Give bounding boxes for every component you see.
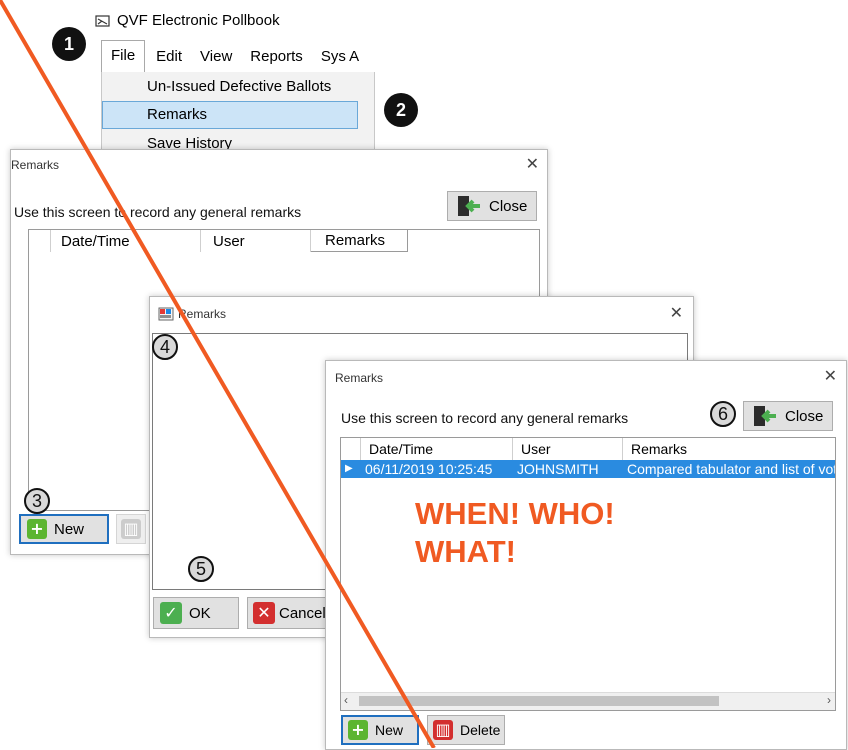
row-header-column — [29, 230, 51, 252]
app-title: QVF Electronic Pollbook — [117, 12, 280, 29]
x-icon: ✕ — [253, 602, 275, 624]
window-title: Remarks — [335, 371, 384, 385]
menu-item-remarks[interactable]: Remarks — [147, 106, 207, 123]
menu-item-unissued-defective-ballots[interactable]: Un-Issued Defective Ballots — [147, 78, 331, 95]
new-label: New — [375, 722, 404, 738]
remarks-window-3: Remarks ✕ Use this screen to record any … — [325, 360, 847, 750]
annotation-what: WHAT! — [415, 534, 516, 569]
dropdown-highlight — [102, 101, 358, 129]
checkmark-icon: ✓ — [160, 602, 182, 624]
window-subtitle: Use this screen to record any general re… — [341, 410, 629, 426]
window-title: Remarks — [11, 158, 60, 172]
window-title: Remarks — [178, 307, 227, 321]
cancel-label: Cancel — [279, 604, 326, 622]
close-label: Close — [489, 197, 528, 215]
remarks-window-icon — [158, 307, 174, 321]
menu-file[interactable]: File — [101, 40, 146, 72]
horizontal-scrollbar[interactable]: ‹ › — [341, 692, 835, 710]
column-header-datetime[interactable]: Date/Time — [51, 230, 201, 252]
close-icon[interactable]: ✕ — [824, 366, 837, 385]
trash-icon: ▥ — [433, 720, 453, 740]
row-datetime: 06/11/2019 10:25:45 — [365, 461, 493, 477]
row-user: JOHNSMITH — [517, 461, 599, 477]
menu-view[interactable]: View — [191, 42, 241, 71]
close-icon[interactable]: ✕ — [670, 303, 683, 322]
delete-button[interactable]: ▥ — [116, 514, 146, 544]
pollbook-app-icon — [95, 14, 110, 27]
step-badge-4: 4 — [152, 334, 178, 360]
column-header-remarks[interactable]: Remarks — [623, 438, 835, 460]
row-header-column — [341, 438, 361, 460]
trash-icon: ▥ — [121, 519, 141, 539]
plus-icon: + — [348, 720, 368, 740]
annotation-when-who: WHEN! WHO! — [415, 496, 615, 531]
menu-sys-admin[interactable]: Sys A — [312, 42, 368, 71]
app-title-bar: QVF Electronic Pollbook — [95, 12, 280, 29]
menu-reports[interactable]: Reports — [241, 42, 312, 71]
scroll-left-icon[interactable]: ‹ — [344, 693, 348, 707]
delete-label: Delete — [460, 722, 501, 738]
column-header-user[interactable]: User — [201, 230, 311, 252]
step-badge-1: 1 — [52, 27, 86, 61]
new-button[interactable]: + New — [19, 514, 109, 544]
row-pointer-icon: ▶ — [345, 463, 353, 474]
close-icon[interactable]: ✕ — [526, 154, 539, 173]
cancel-button[interactable]: ✕ Cancel — [247, 597, 333, 629]
menu-edit[interactable]: Edit — [147, 42, 191, 71]
step-badge-5: 5 — [188, 556, 214, 582]
new-button[interactable]: + New — [341, 715, 419, 745]
step-badge-6: 6 — [710, 401, 736, 427]
exit-door-icon — [754, 406, 776, 426]
ok-button[interactable]: ✓ OK — [153, 597, 239, 629]
scrollbar-thumb[interactable] — [359, 696, 719, 706]
column-header-datetime[interactable]: Date/Time — [361, 438, 513, 460]
new-label: New — [54, 520, 85, 538]
scroll-right-icon[interactable]: › — [827, 693, 831, 707]
close-button[interactable]: Close — [447, 191, 537, 221]
ok-label: OK — [189, 604, 211, 622]
window-subtitle: Use this screen to record any general re… — [14, 204, 302, 220]
plus-icon: + — [27, 519, 47, 539]
remarks-grid[interactable]: Date/Time User Remarks ▶ 06/11/2019 10:2… — [340, 437, 836, 711]
step-badge-3: 3 — [24, 488, 50, 514]
close-label: Close — [785, 407, 824, 425]
step-badge-2: 2 — [384, 93, 418, 127]
column-header-user[interactable]: User — [513, 438, 623, 460]
row-remarks: Compared tabulator and list of voters — [627, 461, 836, 477]
exit-door-icon — [458, 196, 480, 216]
menu-bar: File Edit View Reports Sys A — [101, 40, 386, 72]
table-row[interactable]: ▶ 06/11/2019 10:25:45 JOHNSMITH Compared… — [341, 460, 835, 478]
close-button[interactable]: Close — [743, 401, 833, 431]
column-header-remarks[interactable]: Remarks — [311, 230, 408, 252]
delete-button[interactable]: ▥ Delete — [427, 715, 505, 745]
